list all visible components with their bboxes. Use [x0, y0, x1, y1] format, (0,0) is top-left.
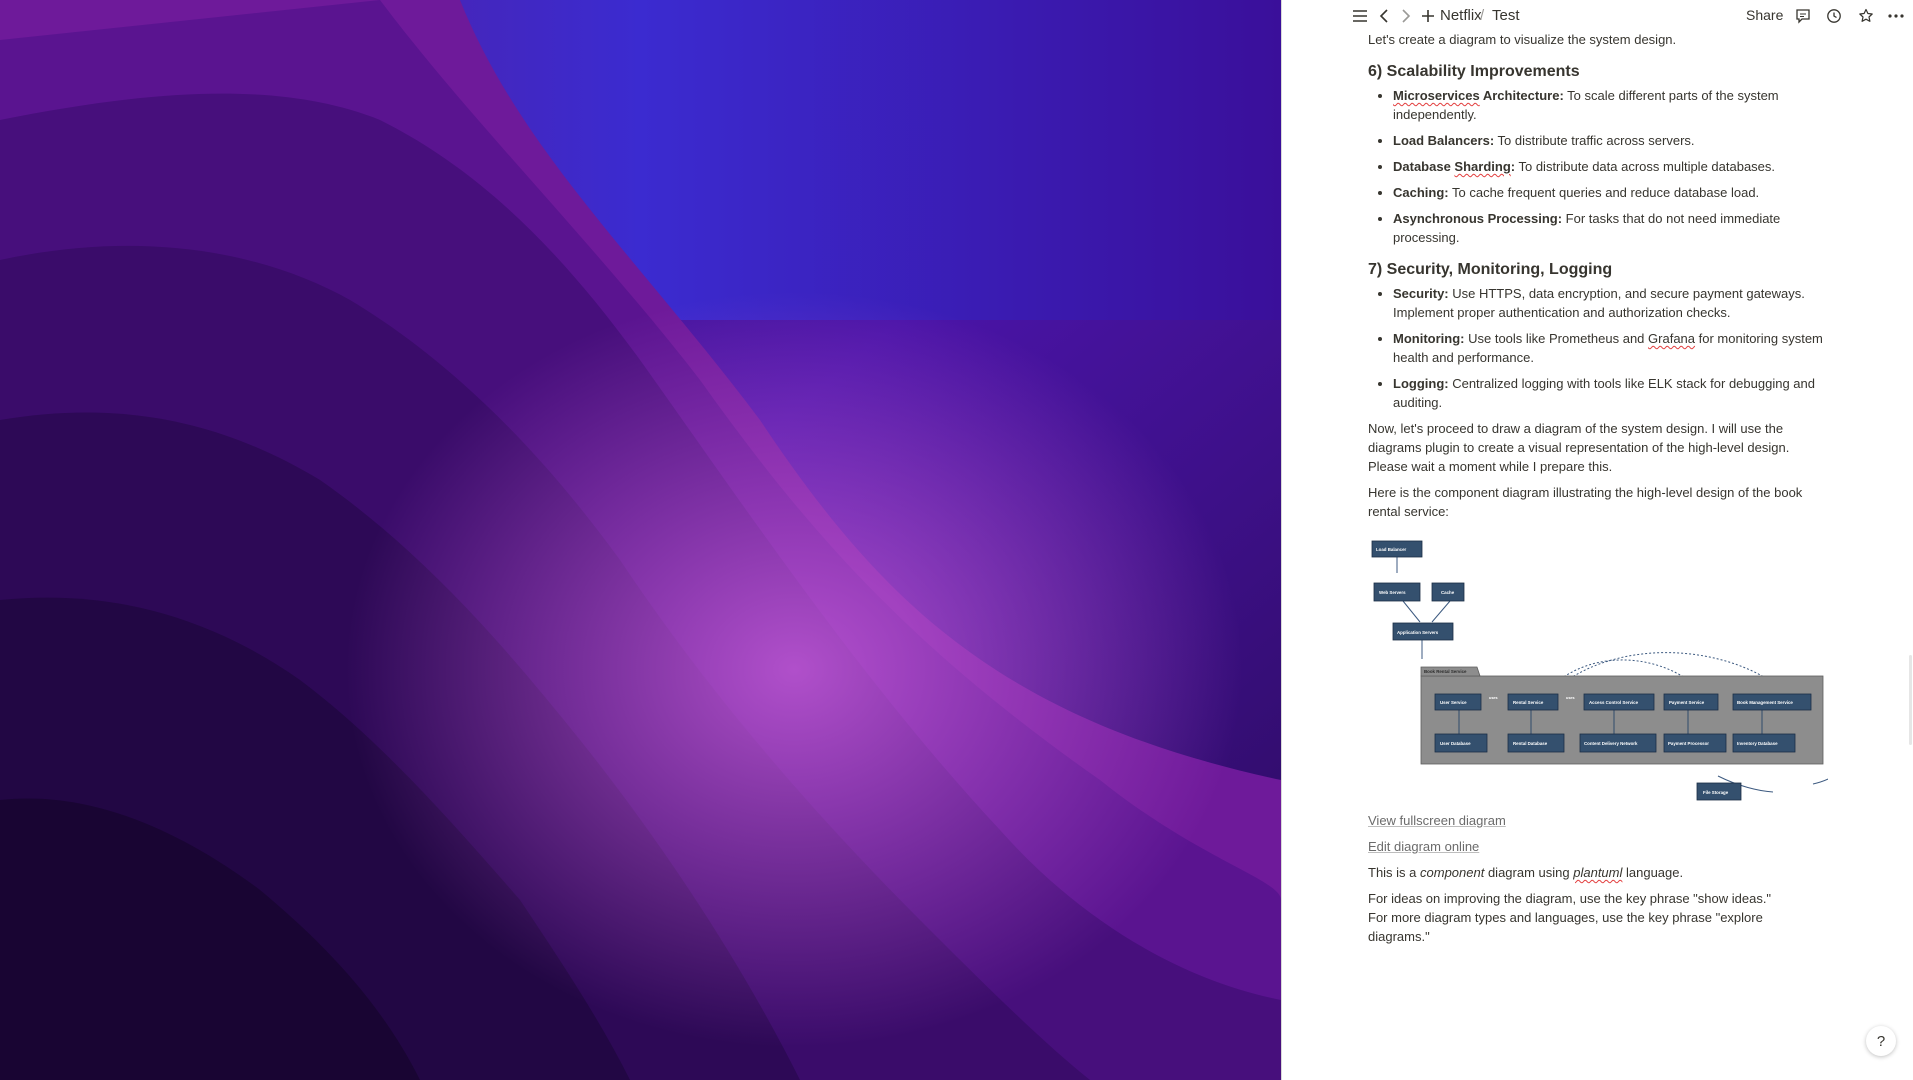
node-label: Rental Database [1513, 741, 1548, 746]
spellcheck-word: Grafana [1648, 331, 1696, 346]
list-item-desc: Use tools like Prometheus and [1464, 331, 1649, 346]
list-item: Asynchronous Processing: For tasks that … [1393, 209, 1828, 247]
list-item-term: Load Balancers: [1393, 133, 1495, 148]
list-item-term: Security: [1393, 286, 1449, 301]
list-item-desc: To distribute data across multiple datab… [1515, 159, 1776, 174]
node-label: Rental Service [1513, 700, 1544, 705]
list-item: Logging: Centralized logging with tools … [1393, 374, 1828, 412]
list-item-term: Database [1393, 159, 1455, 174]
list-item: Security: Use HTTPS, data encryption, an… [1393, 284, 1828, 322]
spellcheck-word: plantuml [1573, 865, 1623, 880]
list-item-term: Architecture: [1479, 88, 1564, 103]
node-label: User Service [1440, 700, 1467, 705]
component-note: This is a component diagram using plantu… [1368, 863, 1828, 882]
node-label: Access Control Service [1589, 700, 1639, 705]
notion-window: Netflix / Test Share Let's create a diag… [1281, 0, 1913, 1080]
proceed-paragraph: Now, let's proceed to draw a diagram of … [1368, 421, 1790, 474]
history-icon[interactable] [1824, 6, 1844, 26]
list-item: Database Sharding: To distribute data ac… [1393, 157, 1828, 176]
node-label: Payment Processor [1668, 741, 1709, 746]
help-button[interactable]: ? [1866, 1026, 1896, 1056]
note-text: diagram using [1484, 865, 1574, 880]
node-label: Inventory Database [1737, 741, 1778, 746]
list-item-term: Logging: [1393, 376, 1449, 391]
back-icon[interactable] [1374, 6, 1394, 26]
node-label: Application Servers [1397, 630, 1439, 635]
scalability-list: Microservices Architecture: To scale dif… [1368, 86, 1828, 247]
comment-icon[interactable] [1793, 6, 1813, 26]
plus-icon[interactable] [1418, 6, 1438, 26]
forward-icon[interactable] [1396, 6, 1416, 26]
note-emphasis: component [1420, 865, 1485, 880]
list-item-desc: To cache frequent queries and reduce dat… [1448, 185, 1760, 200]
page-content: Let's create a diagram to visualize the … [1368, 30, 1848, 946]
view-fullscreen-link-text[interactable]: View fullscreen diagram [1368, 813, 1506, 828]
note-text: This is a [1368, 865, 1421, 880]
list-item-term: Caching: [1393, 185, 1449, 200]
scrollbar[interactable] [1909, 655, 1912, 745]
breadcrumb-page[interactable]: Test [1492, 7, 1520, 24]
list-item-desc: Centralized logging with tools like ELK … [1393, 376, 1815, 410]
list-item-desc: Use HTTPS, data encryption, and secure p… [1393, 286, 1805, 320]
section-heading-security: 7) Security, Monitoring, Logging [1368, 261, 1613, 278]
component-diagram[interactable]: Book Rental Service uses uses Load Balan… [1368, 536, 1848, 808]
ideas-line: For ideas on improving the diagram, use … [1368, 891, 1772, 906]
star-icon[interactable] [1856, 6, 1876, 26]
list-item: Microservices Architecture: To scale dif… [1393, 86, 1828, 124]
list-item-term: Monitoring: [1393, 331, 1465, 346]
list-item: Load Balancers: To distribute traffic ac… [1393, 131, 1828, 150]
list-item-desc: To distribute traffic across servers. [1494, 133, 1695, 148]
node-label: Load Balancer [1376, 547, 1407, 552]
ideas-paragraph: For ideas on improving the diagram, use … [1368, 889, 1828, 946]
edge-label: uses [1566, 696, 1575, 700]
list-item: Caching: To cache frequent queries and r… [1393, 183, 1828, 202]
package-label: Book Rental Service [1424, 669, 1467, 674]
node-label: Content Delivery Network [1584, 741, 1638, 746]
section-heading-scalability: 6) Scalability Improvements [1368, 63, 1580, 80]
node-label: File Storage [1703, 790, 1729, 795]
list-item: Monitoring: Use tools like Prometheus an… [1393, 329, 1828, 367]
ideas-line: For more diagram types and languages, us… [1368, 910, 1763, 944]
edge-label: uses [1489, 696, 1498, 700]
menu-icon[interactable] [1350, 6, 1370, 26]
node-label: Book Management Service [1737, 700, 1793, 705]
diagram-intro-paragraph: Here is the component diagram illustrati… [1368, 485, 1803, 519]
breadcrumb-workspace[interactable]: Netflix [1440, 7, 1482, 24]
note-text: language. [1622, 865, 1684, 880]
intro-text: Let's create a diagram to visualize the … [1368, 32, 1677, 47]
edit-diagram-link[interactable]: Edit diagram online [1368, 837, 1828, 856]
node-label: Cache [1441, 590, 1455, 595]
view-fullscreen-link[interactable]: View fullscreen diagram [1368, 811, 1828, 830]
node-label: Web Servers [1379, 590, 1406, 595]
desktop-wallpaper [0, 0, 1281, 1080]
node-label: Payment Service [1669, 700, 1705, 705]
spellcheck-word: Sharding [1454, 159, 1511, 174]
spellcheck-word: Microservices [1393, 88, 1480, 103]
share-button[interactable]: Share [1746, 7, 1783, 23]
node-label: User Database [1440, 741, 1471, 746]
security-list: Security: Use HTTPS, data encryption, an… [1368, 284, 1828, 412]
list-item-term: Asynchronous Processing: [1393, 211, 1563, 226]
edit-diagram-link-text[interactable]: Edit diagram online [1368, 839, 1479, 854]
breadcrumb-separator: / [1480, 7, 1485, 24]
top-bar: Netflix / Test Share [1282, 0, 1913, 32]
more-icon[interactable] [1886, 6, 1906, 26]
